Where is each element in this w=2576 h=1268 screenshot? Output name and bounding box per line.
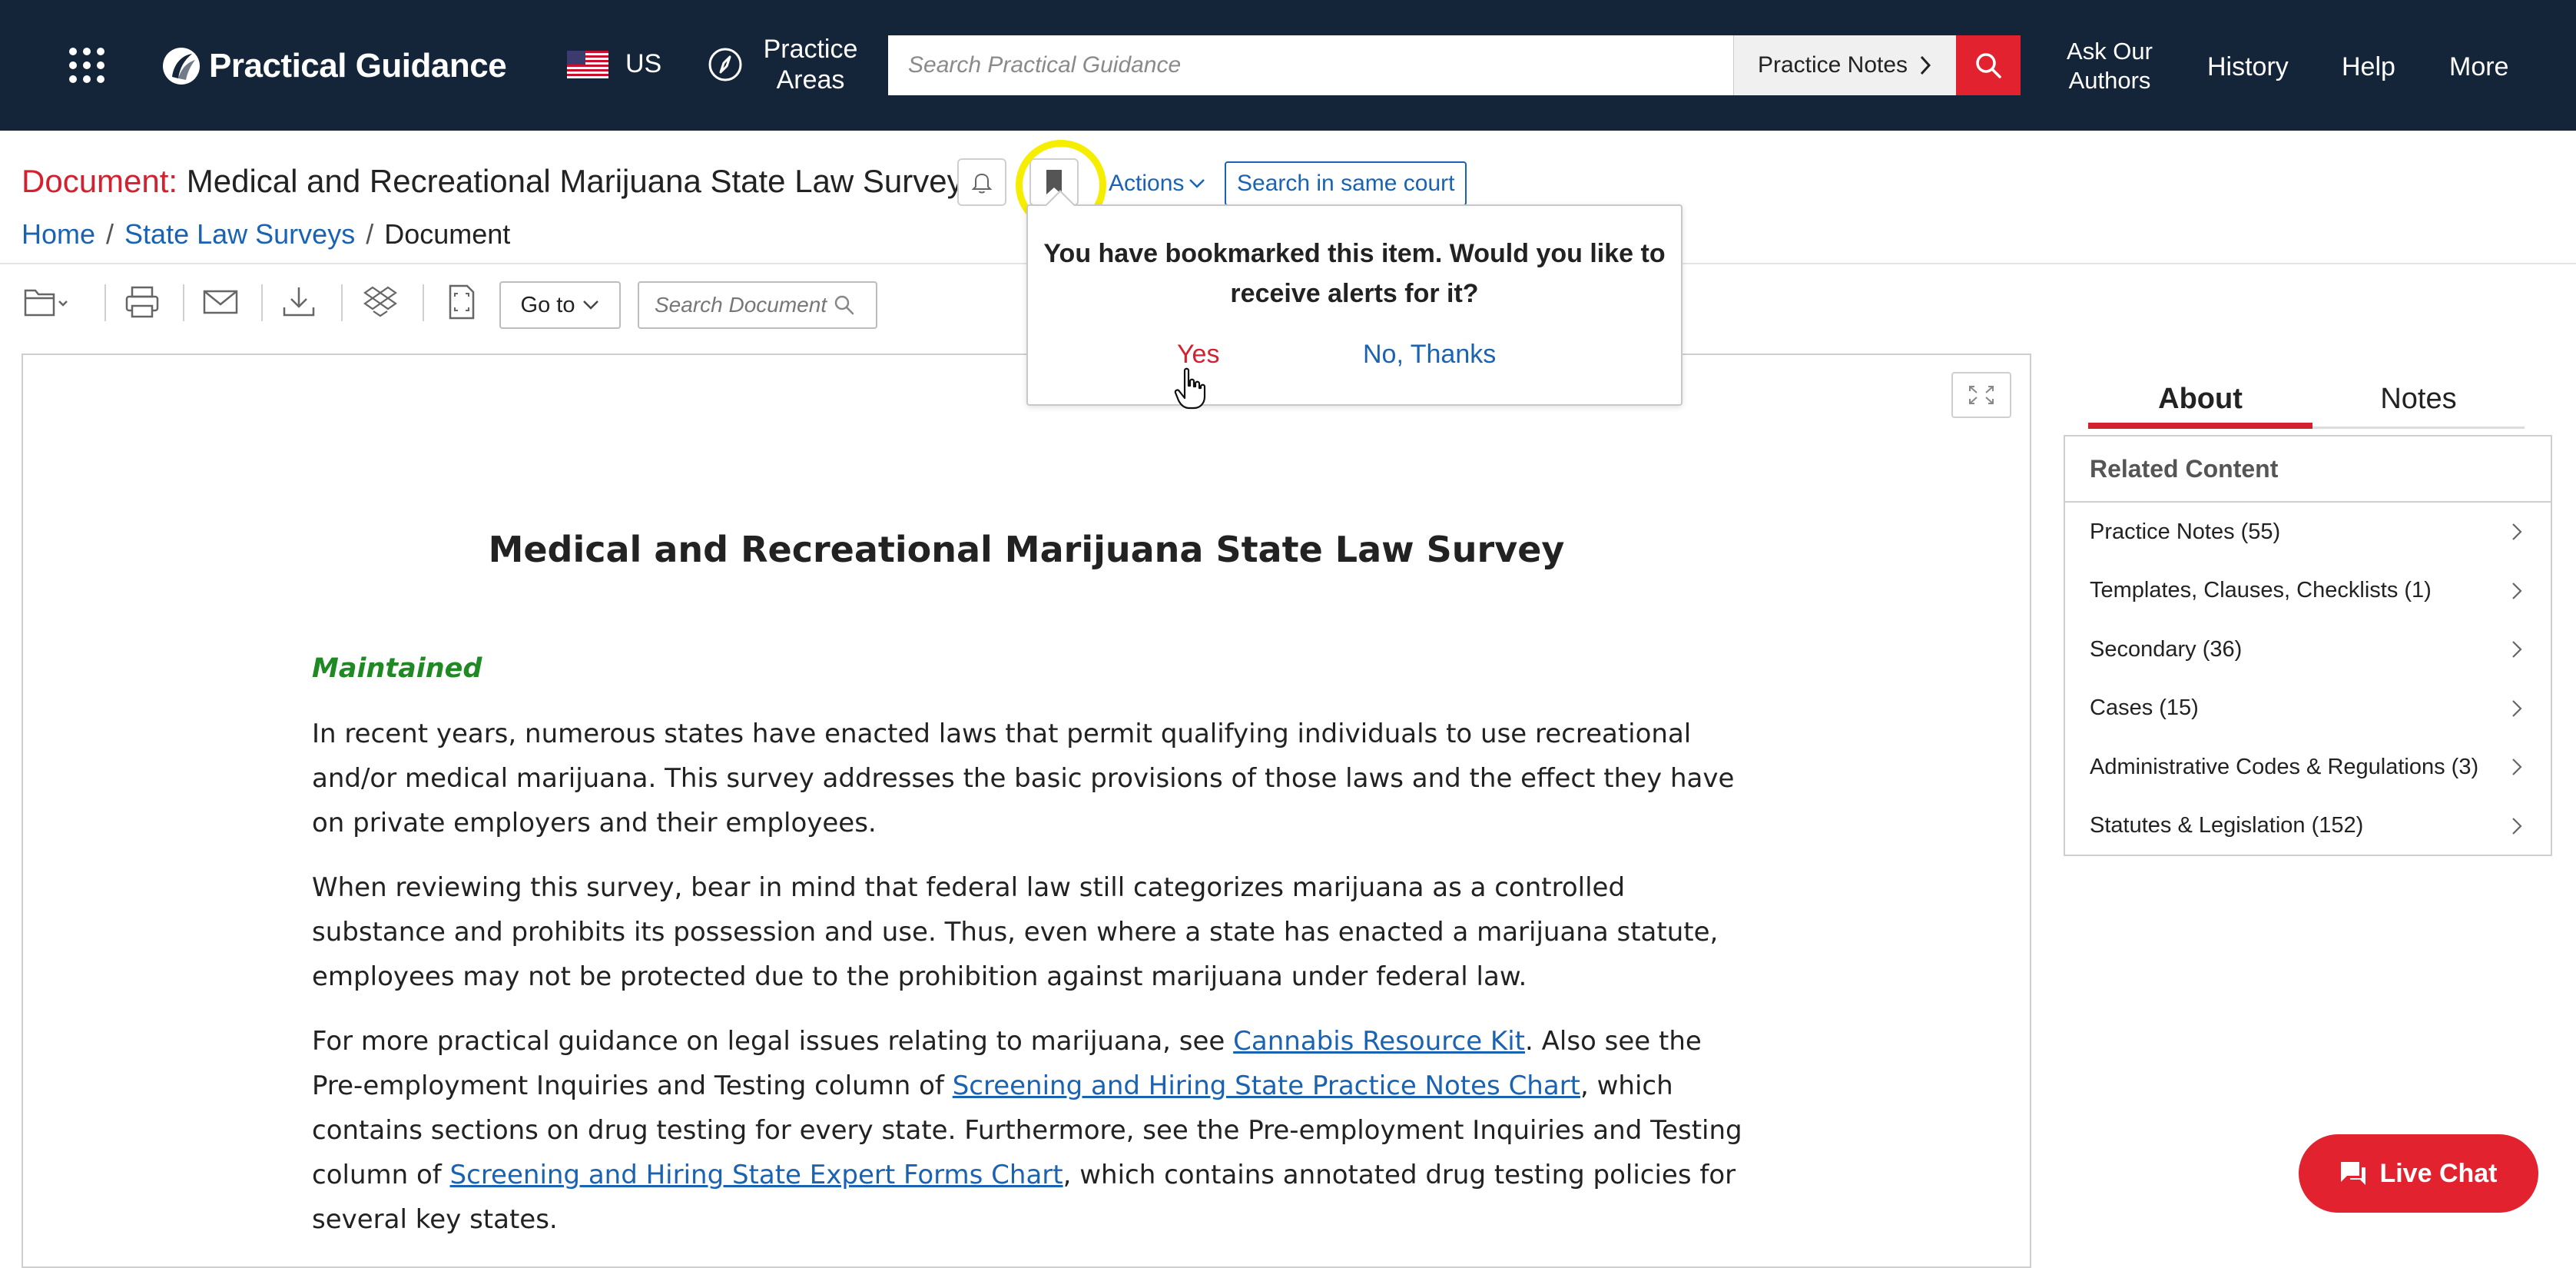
document-paragraph: For more practical guidance on legal iss… bbox=[312, 1019, 1749, 1242]
apps-grid-icon[interactable] bbox=[68, 46, 106, 85]
document-paragraph: In recent years, numerous states have en… bbox=[312, 719, 1735, 838]
maintained-status: Maintained bbox=[312, 653, 482, 684]
breadcrumb-separator: / bbox=[366, 218, 374, 250]
document-label: Document: bbox=[22, 163, 178, 199]
related-content-title: Related Content bbox=[2065, 436, 2551, 503]
region-selector[interactable]: US bbox=[567, 49, 661, 79]
tab-divider bbox=[2312, 427, 2525, 429]
toolbar-divider bbox=[183, 284, 184, 321]
related-item-label: Statutes & Legislation (152) bbox=[2090, 813, 2364, 838]
related-item-statutes[interactable]: Statutes & Legislation (152) bbox=[2065, 797, 2551, 856]
chevron-down-icon bbox=[583, 300, 599, 310]
document-name: Medical and Recreational Marijuana State… bbox=[186, 163, 963, 199]
chevron-right-icon bbox=[2512, 641, 2522, 659]
compass-icon bbox=[708, 48, 742, 81]
breadcrumb-home[interactable]: Home bbox=[22, 218, 95, 251]
toolbar-divider bbox=[104, 284, 106, 321]
toolbar-divider bbox=[423, 284, 424, 321]
related-item-label: Practice Notes (55) bbox=[2090, 519, 2281, 544]
related-item-cases[interactable]: Cases (15) bbox=[2065, 679, 2551, 739]
search-scope-button[interactable]: Practice Notes bbox=[1733, 35, 1956, 95]
related-content-panel: Related Content Practice Notes (55) Temp… bbox=[2064, 435, 2552, 856]
search-icon[interactable] bbox=[833, 294, 856, 317]
breadcrumb-current: Document bbox=[384, 218, 511, 250]
screening-practice-notes-chart-link[interactable]: Screening and Hiring State Practice Note… bbox=[953, 1070, 1580, 1101]
related-item-label: Templates, Clauses, Checklists (1) bbox=[2090, 578, 2432, 603]
screening-expert-forms-chart-link[interactable]: Screening and Hiring State Expert Forms … bbox=[450, 1160, 1063, 1190]
more-link[interactable]: More bbox=[2449, 52, 2508, 82]
chevron-right-icon bbox=[2512, 582, 2522, 599]
search-scope-label: Practice Notes bbox=[1757, 52, 1908, 78]
paragraph-text: For more practical guidance on legal iss… bbox=[312, 1026, 1234, 1057]
top-navigation-bar: Practical Guidance US Practice Areas Pra… bbox=[0, 0, 2576, 131]
ask-our-authors-link[interactable]: Ask Our Authors bbox=[2067, 37, 2153, 95]
practice-areas-label: Practice Areas bbox=[763, 35, 858, 95]
chevron-right-icon bbox=[1920, 55, 1931, 75]
brand-logo[interactable]: Practical Guidance bbox=[161, 43, 507, 89]
download-icon[interactable] bbox=[280, 283, 318, 321]
us-flag-icon bbox=[567, 50, 608, 78]
search-same-court-button[interactable]: Search in same court bbox=[1225, 161, 1467, 206]
tab-notes[interactable]: Notes bbox=[2312, 383, 2525, 416]
document-heading: Medical and Recreational Marijuana State… bbox=[488, 529, 1565, 570]
search-icon bbox=[1976, 53, 2001, 78]
document-title: Document: Medical and Recreational Marij… bbox=[22, 163, 963, 200]
actions-label: Actions bbox=[1109, 171, 1185, 196]
related-item-administrative-codes[interactable]: Administrative Codes & Regulations (3) bbox=[2065, 738, 2551, 797]
toolbar-divider bbox=[261, 284, 263, 321]
print-icon[interactable] bbox=[123, 283, 161, 321]
chat-icon bbox=[2341, 1162, 2366, 1185]
chevron-right-icon bbox=[2512, 758, 2522, 776]
folder-icon[interactable] bbox=[23, 283, 69, 321]
chevron-right-icon bbox=[2512, 817, 2522, 835]
goto-dropdown[interactable]: Go to bbox=[499, 281, 621, 329]
breadcrumb-state-law-surveys[interactable]: State Law Surveys bbox=[124, 218, 355, 251]
related-item-practice-notes[interactable]: Practice Notes (55) bbox=[2065, 503, 2551, 562]
dropbox-icon[interactable] bbox=[361, 283, 399, 321]
bookmark-alert-popover: You have bookmarked this item. Would you… bbox=[1026, 190, 1683, 406]
expand-icon bbox=[1969, 386, 1994, 404]
yes-button[interactable]: Yes bbox=[1177, 340, 1219, 370]
document-paragraph: When reviewing this survey, bear in mind… bbox=[312, 872, 1719, 992]
search-submit-button[interactable] bbox=[1956, 35, 2021, 95]
brand-name: Practical Guidance bbox=[209, 47, 507, 85]
related-item-label: Secondary (36) bbox=[2090, 636, 2243, 662]
breadcrumb-separator: / bbox=[106, 218, 114, 250]
hand-cursor-icon bbox=[1174, 367, 1206, 410]
related-item-templates[interactable]: Templates, Clauses, Checklists (1) bbox=[2065, 562, 2551, 621]
goto-label: Go to bbox=[520, 292, 575, 317]
search-input[interactable] bbox=[888, 35, 1733, 95]
tab-about[interactable]: About bbox=[2088, 383, 2312, 416]
related-item-label: Cases (15) bbox=[2090, 695, 2199, 721]
email-icon[interactable] bbox=[201, 283, 240, 321]
live-chat-label: Live Chat bbox=[2379, 1158, 2498, 1188]
practice-areas-menu[interactable]: Practice Areas bbox=[707, 34, 860, 95]
toolbar-divider bbox=[341, 284, 343, 321]
chevron-right-icon bbox=[2512, 699, 2522, 717]
lexis-logo-icon bbox=[163, 48, 200, 85]
document-view-icon[interactable] bbox=[443, 283, 481, 321]
chevron-down-icon bbox=[1189, 179, 1205, 188]
active-tab-indicator bbox=[2088, 423, 2312, 429]
cannabis-resource-kit-link[interactable]: Cannabis Resource Kit bbox=[1233, 1026, 1525, 1057]
history-link[interactable]: History bbox=[2207, 52, 2289, 82]
document-search-input[interactable] bbox=[653, 292, 833, 318]
popover-message: You have bookmarked this item. Would you… bbox=[1043, 239, 1666, 308]
help-link[interactable]: Help bbox=[2342, 52, 2395, 82]
bell-icon bbox=[971, 173, 993, 194]
alert-button[interactable] bbox=[957, 158, 1006, 206]
fullscreen-button[interactable] bbox=[1951, 372, 2011, 418]
actions-dropdown[interactable]: Actions bbox=[1109, 171, 1205, 197]
no-thanks-button[interactable]: No, Thanks bbox=[1363, 340, 1496, 370]
breadcrumb: Home / State Law Surveys / Document bbox=[22, 218, 510, 251]
related-item-secondary[interactable]: Secondary (36) bbox=[2065, 620, 2551, 679]
live-chat-button[interactable]: Live Chat bbox=[2299, 1134, 2538, 1213]
region-label: US bbox=[625, 49, 662, 78]
document-search bbox=[638, 281, 877, 329]
chevron-right-icon bbox=[2512, 523, 2522, 541]
related-item-label: Administrative Codes & Regulations (3) bbox=[2090, 754, 2479, 779]
